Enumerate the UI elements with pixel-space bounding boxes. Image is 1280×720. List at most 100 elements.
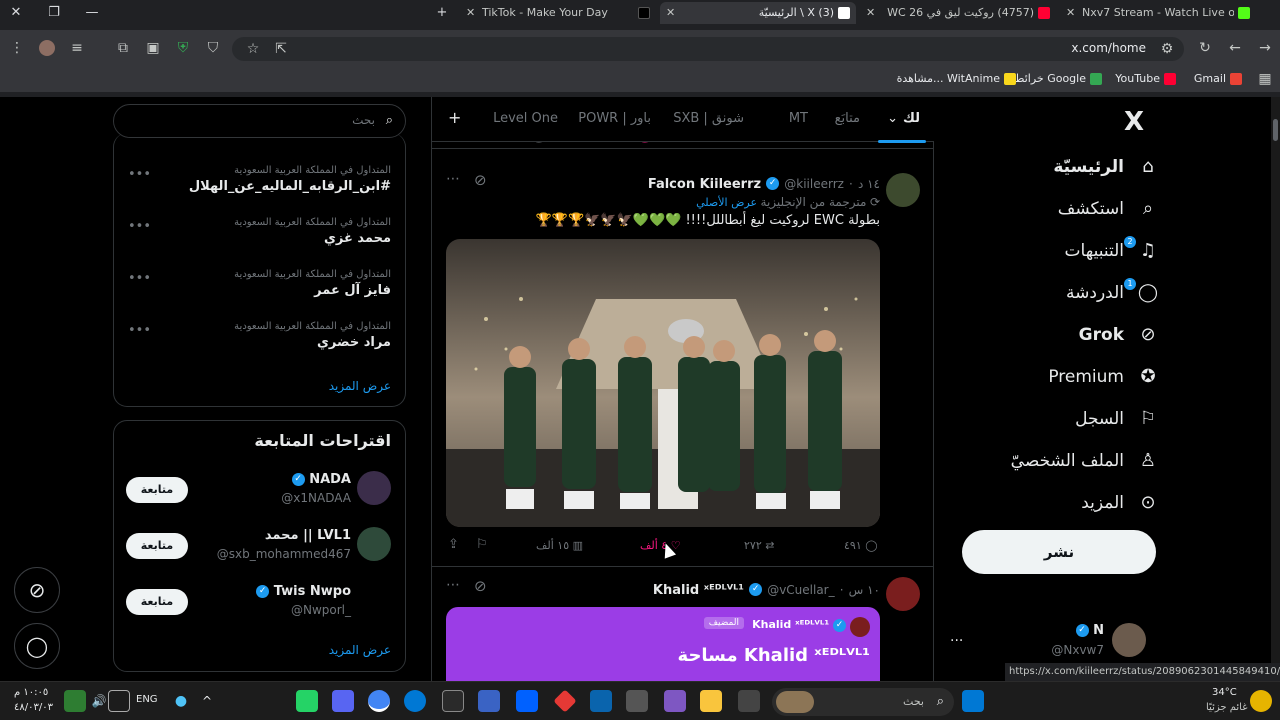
store-icon[interactable] <box>626 690 648 712</box>
site-settings-icon[interactable]: ⚙ <box>1156 38 1178 60</box>
new-tab-button[interactable]: + <box>432 3 452 23</box>
bookmark-icon[interactable]: ⚐ <box>476 537 488 552</box>
mail-icon[interactable] <box>590 690 612 712</box>
tweet-time[interactable]: ١٠ س <box>849 583 880 597</box>
epic-games-icon[interactable] <box>442 690 464 712</box>
trend-item[interactable]: المتداول في المملكة العربية السعودية #اب… <box>189 165 391 194</box>
url-text[interactable]: x.com/home <box>1071 41 1146 55</box>
close-window-icon[interactable]: ✕ <box>6 3 26 23</box>
account-switcher[interactable]: ✓ N @Nxvw7 ... <box>950 621 1156 665</box>
tweet-author-handle[interactable]: @kiileerrz <box>784 177 844 191</box>
search-input[interactable]: ⌕ بحث <box>113 104 406 138</box>
nav-home[interactable]: الرئيسيّة ⌂ <box>1053 149 1160 185</box>
language-indicator[interactable]: ENG <box>136 694 158 705</box>
minimize-window-icon[interactable]: — <box>82 3 102 23</box>
teams-icon[interactable] <box>478 690 500 712</box>
space-card[interactable]: Khalid ˣᴱᴰᴸⱽᴸ¹ ✓ المضيف مساحة Khalid ˣᴱᴰ… <box>446 607 880 681</box>
tab-youtube[interactable]: ✕ (4757) روكيت ليق في WC 26 <box>860 2 1056 24</box>
clock-date[interactable]: ٤٨/٠٣/٠٣ <box>14 702 53 713</box>
tab-x-home[interactable]: ✕ (3) X \ الرئيسيّة <box>660 2 856 24</box>
nav-more[interactable]: المزيد ⊙ <box>1081 485 1160 521</box>
task-view-icon[interactable] <box>738 690 760 712</box>
nav-profile[interactable]: الملف الشخصيّ ♙ <box>1011 443 1160 479</box>
nav-premium[interactable]: Premium ✪ <box>1048 359 1160 395</box>
profile-avatar-icon[interactable] <box>36 37 58 59</box>
trend-item[interactable]: المتداول في المملكة العربية السعودية فاي… <box>234 269 391 298</box>
views-count[interactable]: ١٥ ألف ▥ <box>536 539 583 552</box>
chevron-up-icon[interactable]: ^ <box>196 690 218 712</box>
tweet-author-name[interactable]: Khalid ˣᴱᴰᴸⱽᴸ¹ <box>653 583 744 598</box>
tab-following[interactable]: متابَع <box>835 111 860 126</box>
tweet-khalid[interactable]: Khalid ˣᴱᴰᴸⱽᴸ¹ ✓ @vCuellar_ · ١٠ س ⊘ ⋯ K… <box>432 569 934 681</box>
x-logo[interactable]: X <box>1124 107 1144 137</box>
show-more-trends[interactable]: عرض المزيد <box>329 379 391 393</box>
add-tab-button[interactable]: + <box>448 108 461 127</box>
bookmark-youtube[interactable]: YouTube <box>1115 72 1176 85</box>
discord-icon[interactable] <box>332 690 354 712</box>
avatar[interactable] <box>886 577 920 611</box>
nav-notifications[interactable]: التنبيهات ♫ <box>1065 233 1160 269</box>
battery-icon[interactable] <box>64 690 86 712</box>
menu-dots-icon[interactable]: ⋮ <box>6 37 28 59</box>
copilot-icon[interactable] <box>664 690 686 712</box>
messages-float-icon[interactable]: ◯ <box>14 623 60 669</box>
star-icon[interactable]: ☆ <box>242 38 264 60</box>
network-icon[interactable] <box>108 690 130 712</box>
more-icon[interactable]: ⋯ <box>446 577 460 593</box>
windows-start-icon[interactable] <box>962 690 984 712</box>
reload-icon[interactable]: ↻ <box>1194 37 1216 59</box>
address-bar[interactable]: ☆ ⇱ x.com/home ⚙ <box>232 37 1184 61</box>
tab-kick[interactable]: ✕ Nxv7 Stream - Watch Live on Kick <box>1060 2 1256 24</box>
suggestion-name[interactable]: ✓ NADA <box>291 472 351 487</box>
extensions-icon[interactable]: ⧉ <box>112 37 134 59</box>
tab-for-you[interactable]: لك <box>903 111 920 126</box>
share-icon[interactable]: ⇱ <box>270 38 292 60</box>
grok-icon[interactable]: ⊘ <box>474 577 487 595</box>
whatsapp-icon[interactable] <box>296 690 318 712</box>
trend-item[interactable]: المتداول في المملكة العربية السعودية مرا… <box>234 321 391 350</box>
shield-icon[interactable]: ⛨ <box>172 37 194 59</box>
weather-icon[interactable] <box>1250 690 1272 712</box>
forward-icon[interactable]: → <box>1254 37 1276 59</box>
weather-temp[interactable]: 34°C <box>1212 687 1237 698</box>
show-original-link[interactable]: عرض الأصلي <box>696 196 757 209</box>
bookmark-witanime[interactable]: مشاهدة... WitAnime <box>897 72 1016 85</box>
scrollbar[interactable] <box>1271 97 1280 681</box>
tweet-author-handle[interactable]: @vCuellar_ <box>767 583 834 597</box>
grok-icon[interactable]: ⊘ <box>474 171 487 189</box>
restore-window-icon[interactable]: ❐ <box>44 3 64 23</box>
chrome-icon[interactable] <box>368 690 390 712</box>
follow-button[interactable]: متابعة <box>126 589 188 615</box>
post-button[interactable]: نشر <box>962 530 1156 574</box>
nav-explore[interactable]: استكشف ⌕ <box>1058 191 1160 227</box>
media-controls-icon[interactable]: ≡ <box>66 37 88 59</box>
tab-mt[interactable]: MT <box>789 111 808 126</box>
tweet-author-name[interactable]: Falcon Kiileerrz <box>648 177 761 192</box>
bookmark-gmail[interactable]: Gmail <box>1194 72 1242 85</box>
bookmark-maps[interactable]: خرائط Google <box>1014 72 1102 85</box>
nav-bookmarks[interactable]: السجل ⚐ <box>1075 401 1160 437</box>
avatar[interactable] <box>886 173 920 207</box>
tabs-dropdown-icon[interactable]: ⌄ <box>887 111 898 126</box>
tweet-falcon[interactable]: Falcon Kiileerrz ✓ @kiileerrz · ١٤ د ⊘ ⋯… <box>432 159 934 567</box>
clock-time[interactable]: ١٠:٠٥ م <box>14 687 48 698</box>
weather-desc[interactable]: غائم جزئيًا <box>1206 702 1247 713</box>
tab-level-one[interactable]: Level One <box>493 111 558 126</box>
avatar[interactable] <box>357 527 391 561</box>
close-tab-icon[interactable]: ✕ <box>466 2 475 24</box>
close-tab-icon[interactable]: ✕ <box>1066 2 1075 24</box>
trend-more-icon[interactable]: ••• <box>128 167 151 182</box>
follow-button[interactable]: متابعة <box>126 477 188 503</box>
avatar[interactable] <box>357 471 391 505</box>
trend-more-icon[interactable]: ••• <box>128 271 151 286</box>
repost-count[interactable]: ٢٧٢ ⇄ <box>744 539 774 552</box>
microphone-icon[interactable]: ● <box>170 690 192 712</box>
edge-icon[interactable] <box>404 690 426 712</box>
app-red-icon[interactable] <box>553 689 577 713</box>
account-more-icon[interactable]: ... <box>950 629 963 645</box>
volume-icon[interactable]: 🔊 <box>88 690 110 712</box>
dropbox-icon[interactable] <box>516 690 538 712</box>
trend-more-icon[interactable]: ••• <box>128 219 151 234</box>
apps-grid-icon[interactable]: ▦ <box>1254 68 1276 90</box>
back-icon[interactable]: ← <box>1224 37 1246 59</box>
